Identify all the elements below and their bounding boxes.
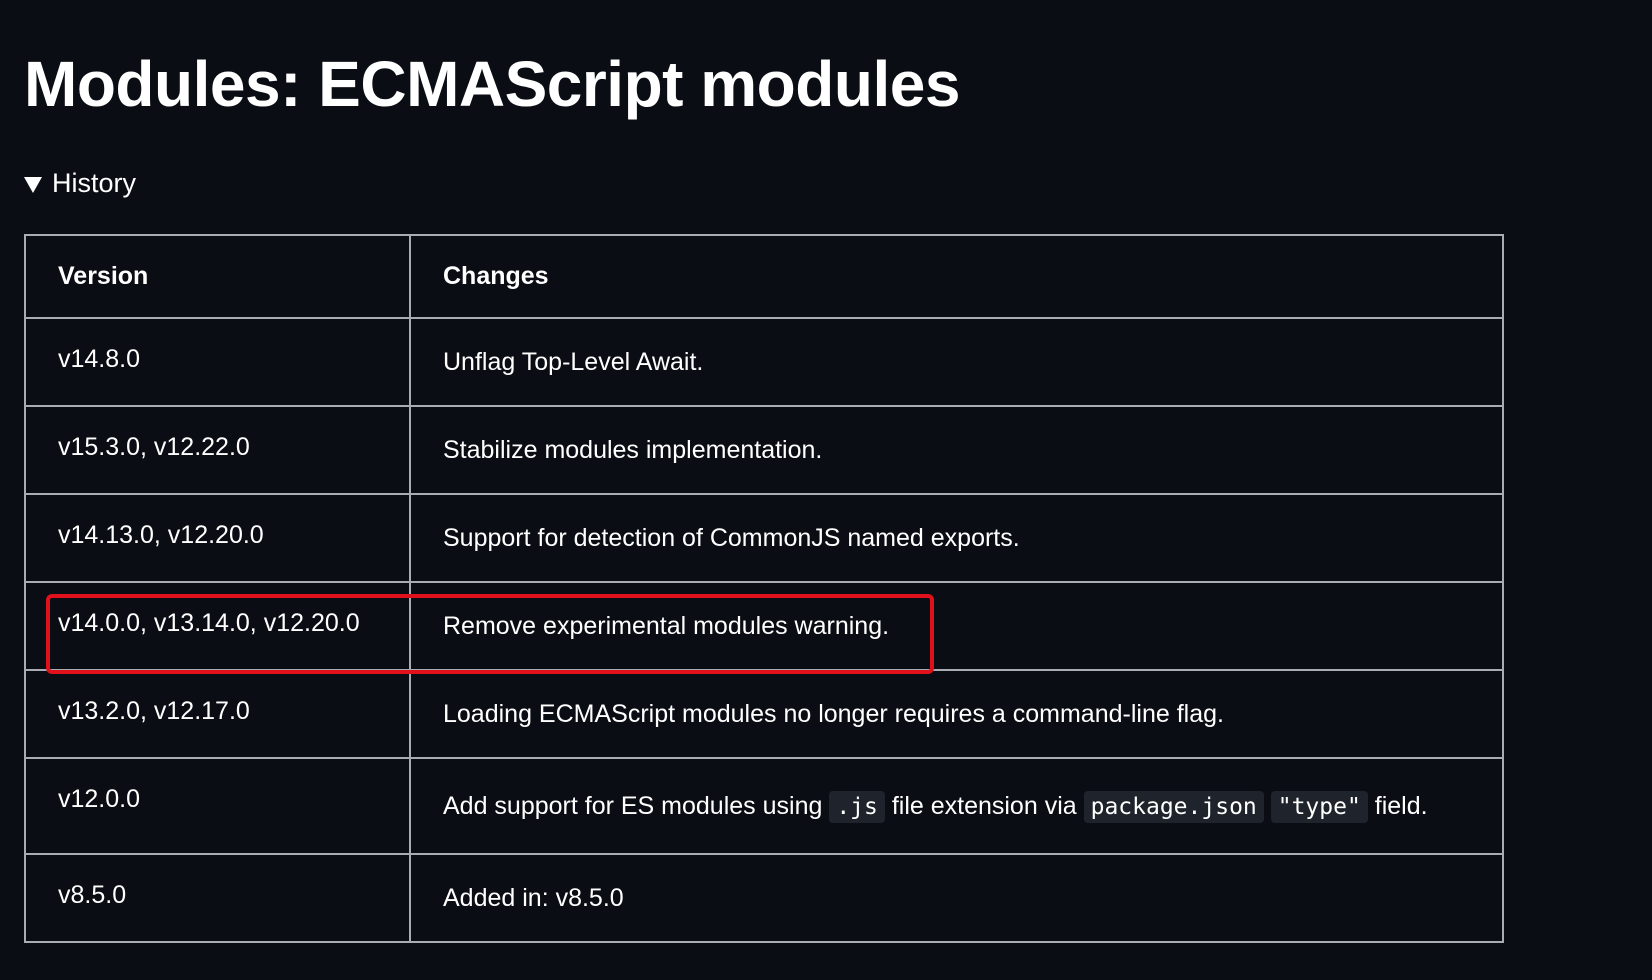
version-cell: v14.0.0, v13.14.0, v12.20.0: [24, 581, 411, 671]
changes-cell: Loading ECMAScript modules no longer req…: [409, 669, 1504, 759]
page-title: Modules: ECMAScript modules: [24, 48, 960, 120]
changes-text: field.: [1367, 791, 1428, 820]
version-cell: v14.8.0: [24, 317, 411, 407]
version-cell: v13.2.0, v12.17.0: [24, 669, 411, 759]
changes-text: file extension via: [884, 791, 1084, 820]
table-row: v12.0.0 Add support for ES modules using…: [24, 757, 1504, 855]
history-toggle[interactable]: History: [24, 168, 136, 199]
version-cell: v8.5.0: [24, 853, 411, 943]
version-cell: v12.0.0: [24, 757, 411, 855]
table-row-highlighted: v14.0.0, v13.14.0, v12.20.0 Remove exper…: [24, 581, 1504, 671]
changes-cell: Unflag Top-Level Await.: [409, 317, 1504, 407]
changes-cell: Add support for ES modules using .js fil…: [409, 757, 1504, 855]
changes-cell: Added in: v8.5.0: [409, 853, 1504, 943]
changes-cell: Support for detection of CommonJS named …: [409, 493, 1504, 583]
table-header-row: Version Changes: [24, 234, 1504, 319]
inline-code: package.json: [1083, 790, 1264, 823]
version-cell: v15.3.0, v12.22.0: [24, 405, 411, 495]
version-cell: v14.13.0, v12.20.0: [24, 493, 411, 583]
history-label: History: [52, 168, 137, 198]
table-row: v13.2.0, v12.17.0 Loading ECMAScript mod…: [24, 669, 1504, 759]
history-table: Version Changes v14.8.0 Unflag Top-Level…: [24, 234, 1504, 943]
table-row: v15.3.0, v12.22.0 Stabilize modules impl…: [24, 405, 1504, 495]
changes-cell: Stabilize modules implementation.: [409, 405, 1504, 495]
changes-text: Add support for ES modules using: [443, 791, 830, 820]
inline-code: "type": [1270, 790, 1368, 823]
table-row: v14.8.0 Unflag Top-Level Await.: [24, 317, 1504, 407]
table-row: v8.5.0 Added in: v8.5.0: [24, 853, 1504, 943]
changes-cell: Remove experimental modules warning.: [409, 581, 1504, 671]
table-row: v14.13.0, v12.20.0 Support for detection…: [24, 493, 1504, 583]
changes-text: [1264, 792, 1271, 820]
disclosure-triangle-icon: [24, 176, 42, 193]
inline-code: .js: [829, 790, 885, 823]
column-header-version: Version: [24, 234, 411, 319]
column-header-changes: Changes: [409, 234, 1504, 319]
